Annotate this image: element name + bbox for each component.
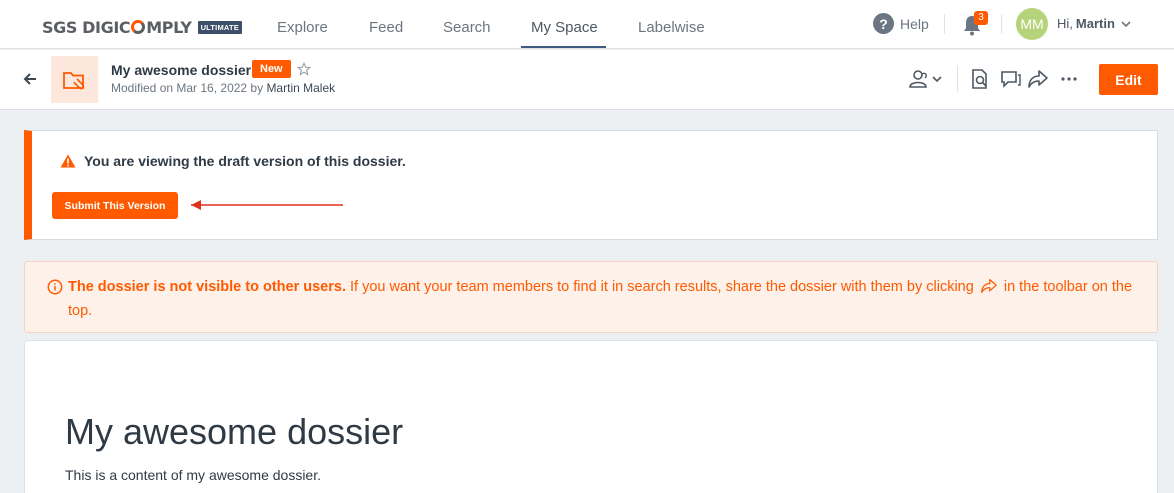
nav-item-explore[interactable]: Explore — [277, 19, 328, 36]
new-badge: New — [252, 60, 291, 78]
preview-button[interactable] — [969, 68, 991, 95]
dossier-type-icon — [51, 56, 98, 103]
comments-icon — [1001, 71, 1021, 88]
content-heading: My awesome dossier — [65, 411, 404, 452]
content-paragraph: This is a content of my awesome dossier. — [65, 467, 321, 483]
avatar[interactable]: MM — [1016, 8, 1048, 40]
dossier-header: My awesome dossier New Modified on Mar 1… — [0, 50, 1174, 110]
dossier-content: My awesome dossier This is a content of … — [24, 340, 1158, 493]
modified-by: Martin Malek — [266, 81, 336, 95]
user-menu[interactable]: Hi, Martin — [1057, 16, 1133, 31]
share-arrow-icon — [980, 278, 998, 301]
divider — [1001, 14, 1002, 34]
chevron-down-icon — [1121, 20, 1131, 27]
user-name: Martin — [1075, 16, 1115, 31]
divider — [957, 66, 958, 92]
share-button[interactable] — [1027, 68, 1049, 95]
active-tab-indicator — [521, 46, 606, 48]
arrow-left-icon — [23, 73, 36, 85]
brand-logo[interactable]: SGS DIGIC MPLY ULTIMATE — [42, 17, 242, 37]
document-search-icon — [972, 69, 987, 89]
nav-item-my-space[interactable]: My Space — [531, 19, 598, 36]
nav-item-feed[interactable]: Feed — [369, 19, 403, 36]
logo-wordmark: SGS DIGIC MPLY — [42, 17, 192, 37]
more-horizontal-icon — [1061, 77, 1077, 81]
greeting-prefix: Hi, — [1057, 16, 1073, 31]
tier-badge: ULTIMATE — [197, 20, 242, 34]
dossier-title: My awesome dossier — [111, 62, 252, 78]
nav-item-search[interactable]: Search — [443, 19, 491, 36]
top-navigation-bar: SGS DIGIC MPLY ULTIMATE Explore Feed Sear… — [0, 0, 1174, 49]
folder-attachment-icon — [62, 71, 84, 89]
notice-text-before: If you want your team members to find it… — [346, 279, 974, 295]
help-link[interactable]: ? Help — [873, 13, 929, 34]
draft-version-panel: You are viewing the draft version of thi… — [24, 130, 1158, 240]
visibility-notice: The dossier is not visible to other user… — [24, 261, 1158, 333]
draft-message: You are viewing the draft version of thi… — [60, 153, 406, 169]
help-label: Help — [900, 15, 929, 32]
divider — [944, 14, 945, 34]
notifications-button[interactable]: 3 — [962, 11, 988, 41]
star-icon — [296, 61, 312, 76]
notice-bold-text: The dossier is not visible to other user… — [68, 279, 346, 295]
draft-message-text: You are viewing the draft version of thi… — [84, 153, 406, 169]
share-arrow-icon — [1028, 70, 1048, 88]
nav-item-labelwise[interactable]: Labelwise — [638, 19, 705, 36]
question-circle-icon: ? — [873, 13, 894, 34]
modified-info: Modified on Mar 16, 2022 by Martin Malek — [111, 81, 335, 95]
comments-button[interactable] — [1000, 68, 1022, 95]
modified-prefix: Modified on Mar 16, 2022 by — [111, 81, 264, 95]
users-dropdown-icon — [909, 70, 942, 88]
share-users-button[interactable] — [907, 68, 945, 95]
notification-count-badge: 3 — [974, 11, 988, 25]
submit-version-button[interactable]: Submit This Version — [52, 192, 178, 219]
notice-text: The dossier is not visible to other user… — [68, 277, 1138, 322]
more-options-button[interactable] — [1060, 70, 1078, 93]
info-circle-icon — [47, 279, 63, 295]
edit-button[interactable]: Edit — [1099, 64, 1158, 95]
favorite-button[interactable] — [296, 61, 312, 81]
back-button[interactable] — [22, 71, 38, 92]
warning-icon — [60, 154, 76, 168]
pointer-arrow-icon — [191, 200, 343, 210]
